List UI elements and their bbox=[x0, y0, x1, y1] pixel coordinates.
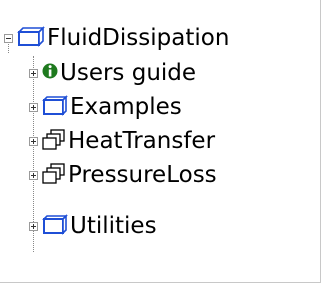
tree-item-examples[interactable]: Examples bbox=[29, 90, 182, 124]
tree-item-label: Examples bbox=[70, 94, 182, 120]
tree-item-label: PressureLoss bbox=[68, 162, 217, 188]
expand-toggle-icon[interactable] bbox=[29, 102, 38, 112]
tree-item-label: HeatTransfer bbox=[68, 128, 216, 154]
expand-toggle-icon[interactable] bbox=[29, 221, 38, 231]
expand-toggle-icon[interactable] bbox=[29, 68, 38, 78]
expand-toggle-icon[interactable] bbox=[29, 170, 38, 180]
tree-item-users-guide[interactable]: Users guide bbox=[29, 56, 196, 90]
package-icon bbox=[17, 25, 45, 51]
expand-toggle-icon[interactable] bbox=[29, 136, 38, 146]
tree-item-heattransfer[interactable]: HeatTransfer bbox=[29, 124, 215, 158]
info-icon bbox=[42, 61, 58, 85]
tree-item-fluiddissipation[interactable]: FluidDissipation bbox=[4, 21, 229, 55]
library-icon bbox=[42, 162, 66, 188]
tree-item-label: Users guide bbox=[60, 60, 197, 86]
tree-item-utilities[interactable]: Utilities bbox=[29, 209, 157, 243]
tree-item-pressureloss[interactable]: PressureLoss bbox=[29, 158, 217, 192]
package-outline-icon bbox=[42, 94, 68, 120]
library-icon bbox=[42, 128, 66, 154]
tree-item-label: Utilities bbox=[70, 213, 157, 239]
tree-item-label: FluidDissipation bbox=[47, 25, 230, 51]
collapse-toggle-icon[interactable] bbox=[4, 33, 13, 43]
package-icon bbox=[42, 213, 68, 239]
